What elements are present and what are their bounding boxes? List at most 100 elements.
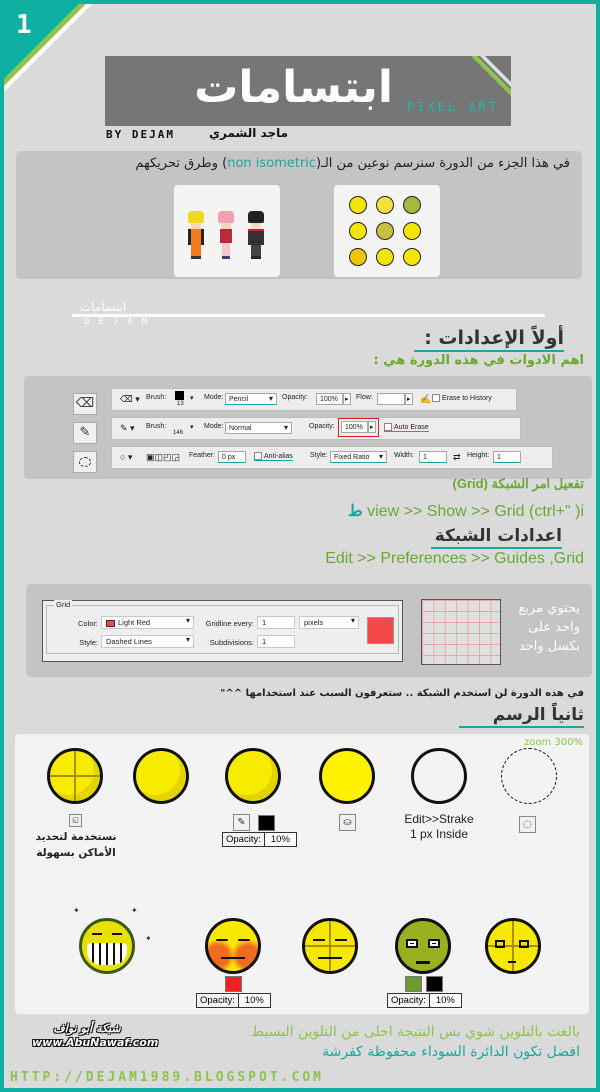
anti-alias-checkbox[interactable]: Anti-alias: [254, 452, 293, 461]
brush-dropdown[interactable]: ▾: [190, 394, 194, 402]
grid-settings-heading: اعدادات الشبكة: [430, 526, 562, 549]
page-frame: 1 ابتسامات PIXEL ART BY DEJAM ماجد الشمر…: [4, 4, 596, 1088]
red-swatch: [225, 976, 242, 992]
abunawaf-logo-arabic: شبكة أبو نواف: [53, 1022, 121, 1035]
grid-settings-path: Edit >> Preferences >> Guides ,Grid: [325, 550, 584, 567]
color-select[interactable]: Light Red: [101, 616, 194, 629]
opacity-field[interactable]: 100%: [341, 421, 368, 433]
swap-dimensions-icon[interactable]: ⇄: [453, 452, 461, 463]
title-english: PIXEL ART: [406, 100, 499, 114]
smiley-surprised: [485, 918, 541, 974]
color-value: Light Red: [118, 618, 151, 627]
smiley-phone: [376, 222, 394, 240]
airbrush-icon[interactable]: ✍: [420, 394, 431, 405]
blog-url-link[interactable]: HTTP://DEJAM1989.BLOGSPOT.COM: [10, 1070, 324, 1085]
intro-text-before: في هذا الجزء من الدورة سنرسم نوعين من ال…: [315, 156, 570, 171]
eye: [238, 939, 250, 941]
smiley-devil: [349, 248, 367, 266]
erase-to-history-checkbox[interactable]: Erase to History: [432, 394, 492, 402]
height-label: Height:: [467, 452, 490, 459]
width-label: Width:: [394, 452, 414, 459]
opacity-field[interactable]: 100%: [316, 393, 343, 405]
style-label: Style:: [79, 638, 98, 647]
grid-usage-note: في هذه الدورة لن استخدم الشبكة .. ستعرفو…: [220, 688, 584, 699]
sparkle-icon: ✦: [73, 906, 80, 915]
stroke-caption-line1: Edit>>Strake: [404, 812, 474, 826]
selection-mode-icons[interactable]: ▣◫◰◲: [146, 452, 180, 463]
grid-enable-path: ط view >> Show >> Grid (ctrl+" )i: [348, 501, 584, 521]
width-field[interactable]: 1: [419, 451, 447, 463]
drawing-panel: zoom 300% ◱ نستخدمة لتحديد الأماكن بسهول…: [15, 734, 589, 1014]
opacity-readout: Opacity: 10%: [196, 993, 271, 1008]
opacity-label: Opacity:: [309, 423, 335, 430]
abunawaf-logo-url: www.AbuNawaf.com: [32, 1036, 159, 1049]
eraser-tool-icon[interactable]: ⌫: [73, 393, 97, 415]
zoom-label: zoom 300%: [524, 737, 583, 748]
smiley-blushing: [205, 918, 261, 974]
brush-label: Brush:: [146, 394, 167, 401]
paint-bucket-icon: ⛀: [339, 814, 356, 831]
unit-select[interactable]: pixels: [299, 616, 359, 629]
guide-horizontal: [305, 945, 355, 947]
circle-stroke: [411, 748, 467, 804]
grid-legend: Grid: [54, 600, 73, 609]
marquee-preset-icon[interactable]: ○ ▾: [120, 452, 132, 463]
eye: [519, 940, 529, 948]
smiley-question: [403, 248, 421, 266]
characters-thumbnail: [174, 185, 280, 277]
brush-preview[interactable]: [175, 391, 184, 400]
abunawaf-logo[interactable]: شبكة أبو نواف www.AbuNawaf.com: [32, 1022, 159, 1050]
grid-settings-panel: Grid Color: Light Red Style: Dashed Line…: [26, 584, 592, 677]
pencil-preset-icon[interactable]: ✎ ▾: [120, 423, 135, 434]
brush-size: 13: [177, 401, 184, 407]
opacity-readout: Opacity: 10%: [387, 993, 462, 1008]
eye: [112, 933, 122, 935]
pencil-options-bar: ✎ ▾ Brush: 146 ▾ Mode: Normal Opacity: 1…: [111, 417, 521, 440]
grid-preview: [421, 599, 501, 665]
mouth: [221, 957, 245, 959]
smiley-content: [302, 918, 358, 974]
brush-dropdown[interactable]: ▾: [190, 423, 194, 431]
eraser-options-bar: ⌫ ▾ Brush: 13 ▾ Mode: Pencil Opacity: 10…: [111, 388, 517, 411]
intro-text: في هذا الجزء من الدورة سنرسم نوعين من ال…: [135, 156, 570, 171]
subdivisions-field[interactable]: 1: [257, 635, 295, 648]
height-field[interactable]: 1: [493, 451, 521, 463]
opacity-highlight: 100% ▸: [338, 418, 379, 437]
circle-pencil-shaded: [225, 748, 281, 804]
opacity-slider-button[interactable]: ▸: [343, 393, 351, 405]
eye: [92, 933, 102, 935]
grid-preferences-dialog: Grid Color: Light Red Style: Dashed Line…: [42, 600, 403, 662]
style-select[interactable]: Dashed Lines: [101, 635, 194, 648]
flow-field[interactable]: [377, 393, 405, 405]
gridline-field[interactable]: 1: [257, 616, 295, 629]
pencil-tool-icon[interactable]: ✎: [73, 422, 97, 444]
ellipse-marquee-tool-icon[interactable]: [73, 451, 97, 473]
mouth: [416, 961, 430, 964]
smiley-zombie: [403, 196, 421, 214]
auto-erase-checkbox[interactable]: Auto Erase: [384, 423, 429, 432]
black-swatch: [426, 976, 443, 992]
intro-panel: في هذا الجزء من الدورة سنرسم نوعين من ال…: [16, 151, 582, 279]
circle-with-guides: [47, 748, 103, 804]
title-stripes: [471, 56, 511, 96]
divider-logo-english: DEJAM: [84, 317, 157, 327]
mode-select[interactable]: Pencil: [225, 393, 277, 405]
flow-slider-button[interactable]: ▸: [405, 393, 413, 405]
grid-color-swatch[interactable]: [367, 617, 394, 644]
settings-heading: أولاً الإعدادات :: [414, 327, 564, 352]
character-sasuke: [248, 211, 264, 261]
feather-field[interactable]: 0 px: [218, 451, 246, 463]
mode-label: Mode:: [204, 394, 224, 401]
opacity-value: 10%: [270, 834, 290, 845]
circle-filled: [319, 748, 375, 804]
style-select[interactable]: Fixed Ratio: [330, 451, 387, 463]
eraser-preset-icon[interactable]: ⌫ ▾: [120, 394, 140, 405]
eye: [313, 939, 325, 941]
mode-select[interactable]: Normal: [225, 422, 292, 434]
eye: [495, 940, 505, 948]
eye: [406, 939, 418, 948]
ellipse-marquee-icon: ◌: [519, 816, 536, 833]
character-sakura: [218, 211, 234, 261]
mouth: [508, 961, 516, 963]
opacity-slider-button[interactable]: ▸: [368, 421, 376, 433]
